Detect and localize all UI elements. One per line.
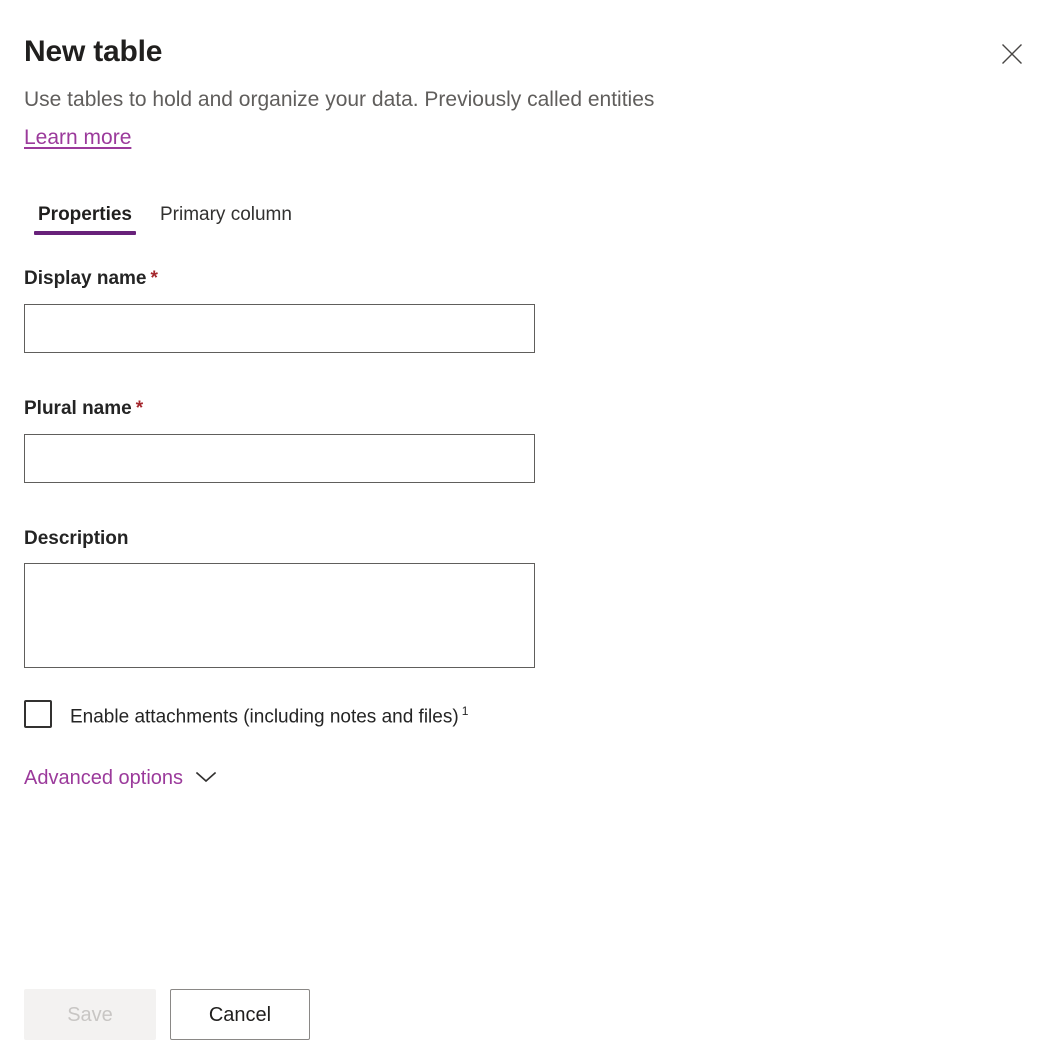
plural-name-label-text: Plural name (24, 398, 132, 419)
plural-name-input[interactable] (24, 434, 535, 483)
enable-attachments-label-text: Enable attachments (including notes and … (70, 706, 459, 727)
panel-subtitle: Use tables to hold and organize your dat… (24, 85, 654, 114)
tab-list: Properties Primary column (24, 196, 306, 239)
save-button[interactable]: Save (24, 989, 156, 1040)
description-label: Description (24, 526, 129, 552)
plural-name-required-asterisk: * (136, 398, 143, 419)
learn-more-link[interactable]: Learn more (24, 123, 131, 152)
page-title: New table (24, 32, 162, 72)
close-icon (1000, 42, 1024, 66)
panel-footer: Save Cancel (24, 989, 310, 1040)
cancel-button[interactable]: Cancel (170, 989, 310, 1040)
tab-properties[interactable]: Properties (24, 196, 146, 239)
close-button[interactable] (994, 36, 1030, 72)
tab-primary-column-label: Primary column (160, 204, 292, 225)
tab-properties-label: Properties (38, 204, 132, 225)
display-name-required-asterisk: * (151, 268, 158, 289)
plural-name-label: Plural name* (24, 396, 143, 422)
display-name-input[interactable] (24, 304, 535, 353)
tab-primary-column[interactable]: Primary column (146, 196, 306, 239)
enable-attachments-checkbox[interactable] (24, 700, 52, 728)
description-label-text: Description (24, 528, 129, 549)
new-table-panel: New table Use tables to hold and organiz… (0, 0, 1050, 1047)
footnote-marker: 1 (462, 704, 469, 718)
description-input[interactable] (24, 563, 535, 668)
advanced-options-toggle[interactable]: Advanced options (24, 764, 217, 792)
chevron-down-icon (195, 770, 217, 789)
display-name-label: Display name* (24, 266, 158, 292)
advanced-options-label: Advanced options (24, 764, 183, 792)
enable-attachments-label: Enable attachments (including notes and … (70, 698, 468, 730)
display-name-label-text: Display name (24, 268, 147, 289)
enable-attachments-checkbox-row[interactable]: Enable attachments (including notes and … (24, 698, 468, 730)
